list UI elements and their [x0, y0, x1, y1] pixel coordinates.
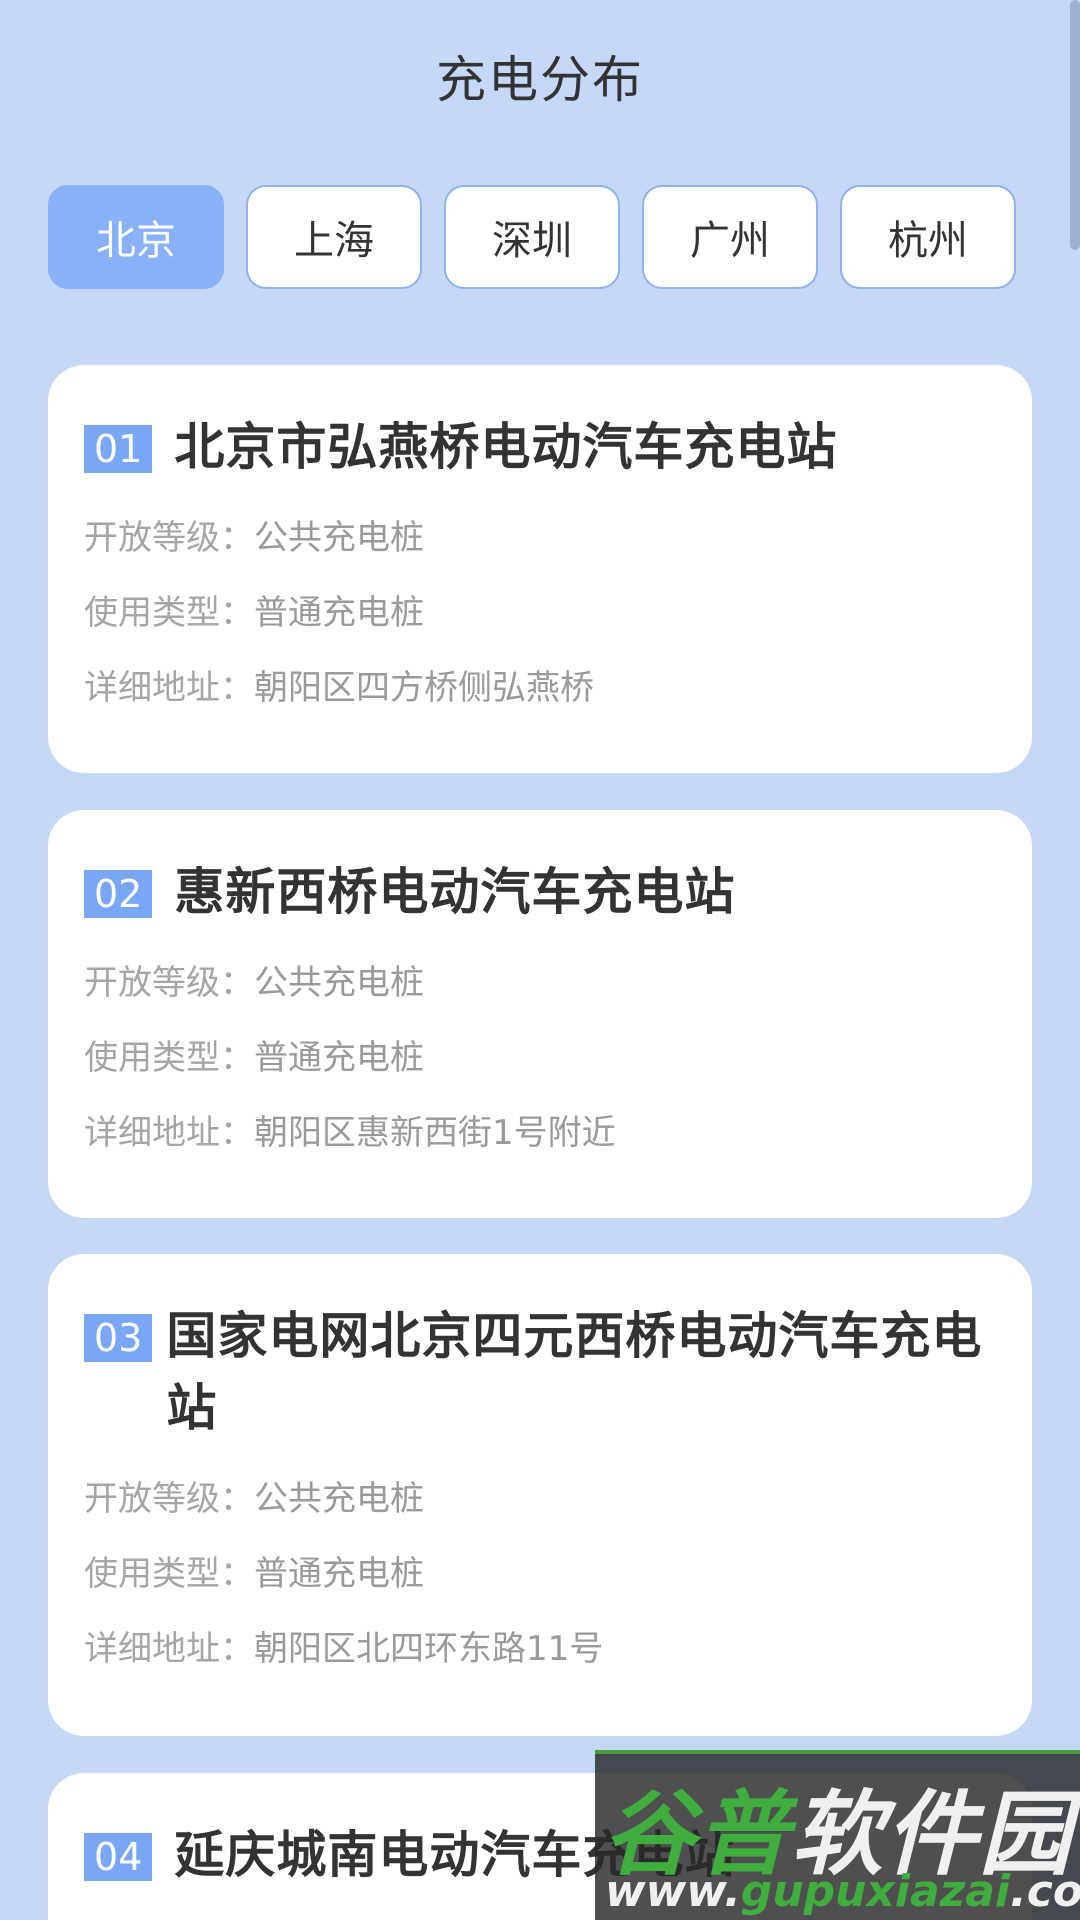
detail-label: 开放等级：	[84, 1479, 254, 1519]
station-details: 开放等级：公共充电桩 使用类型：普通充电桩 详细地址：朝阳区惠新西街1号附近	[84, 946, 996, 1171]
detail-row-address: 详细地址：朝阳区北四环东路11号	[84, 1612, 996, 1687]
detail-label: 详细地址：	[84, 1629, 254, 1669]
detail-row-address: 详细地址：朝阳区惠新西街1号附近	[84, 1096, 996, 1171]
detail-value: 公共充电桩	[254, 518, 424, 558]
station-name: 惠新西桥电动汽车充电站	[174, 863, 736, 921]
detail-label: 使用类型：	[84, 593, 254, 633]
detail-value: 公共充电桩	[254, 1479, 424, 1519]
detail-row-level: 开放等级：公共充电桩	[84, 1462, 996, 1537]
detail-label: 使用类型：	[84, 1038, 254, 1078]
station-card-header: 02 惠新西桥电动汽车充电站	[84, 863, 996, 928]
tab-beijing[interactable]: 北京	[48, 185, 224, 289]
station-card[interactable]: 02 惠新西桥电动汽车充电站 开放等级：公共充电桩 使用类型：普通充电桩 详细地…	[48, 810, 1032, 1218]
detail-label: 详细地址：	[84, 668, 254, 708]
detail-row-level: 开放等级：公共充电桩	[84, 501, 996, 576]
watermark-logo: 谷普软件园 www.gupuxiazai.com	[595, 1750, 1080, 1920]
detail-label: 使用类型：	[84, 1554, 254, 1594]
station-name: 北京市弘燕桥电动汽车充电站	[174, 418, 838, 476]
detail-row-type: 使用类型：普通充电桩	[84, 1021, 996, 1096]
station-card-header: 01 北京市弘燕桥电动汽车充电站	[84, 418, 996, 483]
detail-value: 普通充电桩	[254, 1554, 424, 1594]
detail-row-type: 使用类型：普通充电桩	[84, 576, 996, 651]
page-title: 充电分布	[436, 51, 644, 109]
detail-label: 开放等级：	[84, 963, 254, 1003]
page: 充电分布 北京 上海 深圳 广州 杭州 01 北京市弘燕桥电动汽车充电站 开放等…	[0, 0, 1080, 1920]
detail-row-level: 开放等级：公共充电桩	[84, 946, 996, 1021]
detail-row-address: 详细地址：朝阳区四方桥侧弘燕桥	[84, 651, 996, 726]
detail-value: 普通充电桩	[254, 1038, 424, 1078]
detail-value: 普通充电桩	[254, 593, 424, 633]
station-card[interactable]: 03 国家电网北京四元西桥电动汽车充电站 开放等级：公共充电桩 使用类型：普通充…	[48, 1254, 1032, 1736]
station-details: 开放等级：公共充电桩 使用类型：普通充电桩 详细地址：朝阳区北四环东路11号	[84, 1462, 996, 1687]
station-number-badge: 02	[84, 870, 153, 918]
station-number-badge: 04	[84, 1833, 153, 1881]
city-tabs: 北京 上海 深圳 广州 杭州	[48, 185, 1016, 289]
detail-value: 朝阳区惠新西街1号附近	[254, 1113, 616, 1153]
station-name: 国家电网北京四元西桥电动汽车充电站	[166, 1307, 983, 1437]
detail-value: 公共充电桩	[254, 963, 424, 1003]
detail-value: 朝阳区四方桥侧弘燕桥	[254, 668, 594, 708]
tab-shanghai[interactable]: 上海	[246, 185, 422, 289]
detail-label: 开放等级：	[84, 518, 254, 558]
tab-shenzhen[interactable]: 深圳	[444, 185, 620, 289]
station-details: 开放等级：公共充电桩 使用类型：普通充电桩 详细地址：朝阳区四方桥侧弘燕桥	[84, 501, 996, 726]
station-number-badge: 01	[84, 425, 153, 473]
scrollbar[interactable]	[1070, 0, 1080, 250]
tab-guangzhou[interactable]: 广州	[642, 185, 818, 289]
watermark-url: www.gupuxiazai.com	[605, 1866, 1080, 1917]
station-number-badge: 03	[84, 1314, 153, 1362]
detail-row-type: 使用类型：普通充电桩	[84, 1537, 996, 1612]
tab-hangzhou[interactable]: 杭州	[840, 185, 1016, 289]
station-card-header: 03 国家电网北京四元西桥电动汽车充电站	[84, 1307, 996, 1444]
detail-label: 详细地址：	[84, 1113, 254, 1153]
detail-value: 朝阳区北四环东路11号	[254, 1629, 604, 1669]
station-card[interactable]: 01 北京市弘燕桥电动汽车充电站 开放等级：公共充电桩 使用类型：普通充电桩 详…	[48, 365, 1032, 773]
